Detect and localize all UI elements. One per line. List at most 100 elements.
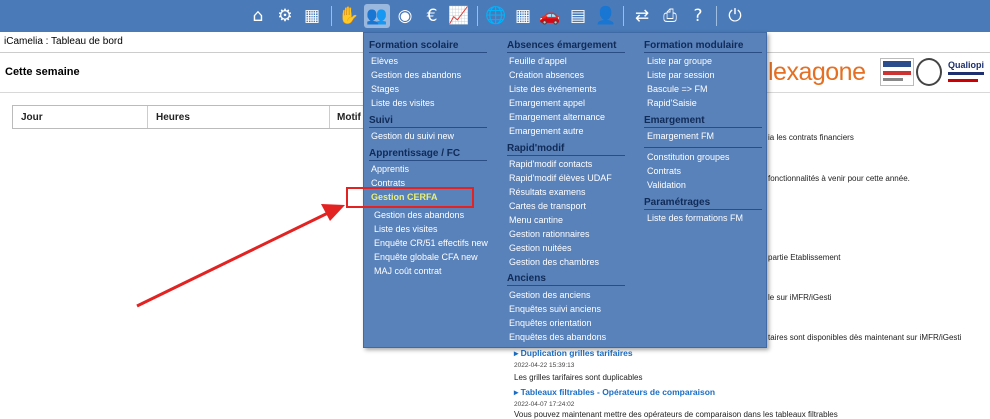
menu-item-validation[interactable]: Validation xyxy=(647,180,686,190)
qualiopi-flag-bar xyxy=(948,79,978,82)
news-item-date: 2022-04-07 17:24:02 xyxy=(514,401,575,408)
menu-item-stages[interactable]: Stages xyxy=(371,84,399,94)
menu-heading-emargement: Emargement xyxy=(644,115,762,128)
euro-icon[interactable]: € xyxy=(420,4,444,28)
qualiopi-bar xyxy=(948,72,984,75)
menu-item-constitution-groupes[interactable]: Constitution groupes xyxy=(647,152,730,162)
menu-item-gestion-nuitees[interactable]: Gestion nuitées xyxy=(509,243,572,253)
help-icon[interactable]: ? xyxy=(686,4,710,28)
news-item-title[interactable]: ▸ Tableaux filtrables - Opérateurs de co… xyxy=(514,387,715,398)
menu-item-gestion-suivi[interactable]: Gestion du suivi new xyxy=(371,131,454,141)
menu-item-liste-visites-fc[interactable]: Liste des visites xyxy=(374,224,438,234)
menu-heading-formation-modulaire: Formation modulaire xyxy=(644,40,762,53)
news-text: le sur iMFR/iGesti xyxy=(768,293,832,302)
news-text: fonctionnalités à venir pour cette année… xyxy=(768,174,910,183)
news-text: ia les contrats financiers xyxy=(768,133,854,142)
settings-cogs-icon[interactable]: ⚙ xyxy=(273,4,297,28)
menu-item-liste-session[interactable]: Liste par session xyxy=(647,70,715,80)
menu-item-gestion-anciens[interactable]: Gestion des anciens xyxy=(509,290,591,300)
lexagone-logo: lexagone xyxy=(768,58,866,86)
menu-item-liste-formations-fm[interactable]: Liste des formations FM xyxy=(647,213,743,223)
menu-item-gestion-rationnaires[interactable]: Gestion rationnaires xyxy=(509,229,590,239)
menu-item-eleves[interactable]: Elèves xyxy=(371,56,398,66)
car-icon[interactable]: 🚗 xyxy=(538,4,562,28)
globe-icon[interactable]: 🌐 xyxy=(484,4,508,28)
menu-item-gestion-chambres[interactable]: Gestion des chambres xyxy=(509,257,599,267)
menu-item-enquete-globale[interactable]: Enquête globale CFA new xyxy=(374,252,478,262)
menu-heading-anciens: Anciens xyxy=(507,273,625,286)
column-header-motif[interactable]: Motif xyxy=(337,112,361,123)
menu-item-enquete-cr51[interactable]: Enquête CR/51 effectifs new xyxy=(374,238,488,248)
id-card-icon[interactable]: ▤ xyxy=(566,4,590,28)
bureau-veritas-seal xyxy=(916,58,942,86)
news-item-title-text[interactable]: Tableaux filtrables - Opérateurs de comp… xyxy=(521,387,715,397)
menu-item-gestion-abandons[interactable]: Gestion des abandons xyxy=(371,70,461,80)
menu-item-creation-absences[interactable]: Création absences xyxy=(509,70,584,80)
menu-item-resultats-examens[interactable]: Résultats examens xyxy=(509,187,586,197)
menu-item-feuille-appel[interactable]: Feuille d'appel xyxy=(509,56,567,66)
menu-heading-absences: Absences émargement xyxy=(507,40,625,53)
menu-item-emargement-fm[interactable]: Emargement FM xyxy=(647,131,714,141)
news-item-title[interactable]: ▸ Duplication grilles tarifaires xyxy=(514,348,633,359)
menu-item-menu-cantine[interactable]: Menu cantine xyxy=(509,215,563,225)
menu-item-liste-groupe[interactable]: Liste par groupe xyxy=(647,56,712,66)
news-item-title-text[interactable]: Duplication grilles tarifaires xyxy=(521,348,633,358)
news-item-text: Les grilles tarifaires sont duplicables xyxy=(514,373,643,382)
menu-item-maj-cout[interactable]: MAJ coût contrat xyxy=(374,266,442,276)
column-separator xyxy=(329,106,330,128)
menu-item-rapidmodif-eleves[interactable]: Rapid'modif élèves UDAF xyxy=(509,173,612,183)
toolbar-separator xyxy=(623,6,624,26)
top-nav-bar: ⌂ ⚙ ▦ ✋ 👥 ◉ € 📈 🌐 ▦ 🚗 ▤ 👤 ⇄ ⎙ ? ⏻ xyxy=(0,0,990,32)
toolbar-separator xyxy=(477,6,478,26)
users-icon[interactable]: 👥 xyxy=(364,4,390,28)
week-heading: Cette semaine xyxy=(5,66,80,78)
home-icon[interactable]: ⌂ xyxy=(246,4,270,28)
menu-item-enquetes-abandons[interactable]: Enquêtes des abandons xyxy=(509,332,606,342)
calendar-icon[interactable]: ▦ xyxy=(511,4,535,28)
highlight-box xyxy=(346,187,474,208)
print-icon[interactable]: ⎙ xyxy=(658,4,682,28)
menu-heading-rapidmodif: Rapid'modif xyxy=(507,143,625,156)
menu-heading-parametrages: Paramétrages xyxy=(644,197,762,210)
user-clock-icon[interactable]: 👤 xyxy=(594,4,618,28)
power-icon[interactable]: ⏻ xyxy=(723,4,747,28)
line-chart-icon[interactable]: 📈 xyxy=(447,4,471,28)
column-header-jour[interactable]: Jour xyxy=(21,112,43,123)
menu-item-emargement-alternance[interactable]: Emargement alternance xyxy=(509,112,605,122)
menu-item-liste-visites[interactable]: Liste des visites xyxy=(371,98,435,108)
menu-item-rapid-saisie[interactable]: Rapid'Saisie xyxy=(647,98,697,108)
menu-heading-suivi: Suivi xyxy=(369,115,487,128)
menu-heading-apprentissage: Apprentissage / FC xyxy=(369,148,487,161)
menu-item-enquetes-orientation[interactable]: Enquêtes orientation xyxy=(509,318,592,328)
news-item-text: Vous pouvez maintenant mettre des opérat… xyxy=(514,410,838,419)
arrow-head xyxy=(321,204,345,221)
menu-item-emargement-appel[interactable]: Emargement appel xyxy=(509,98,585,108)
toolbar-separator xyxy=(716,6,717,26)
menu-item-liste-evenements[interactable]: Liste des événements xyxy=(509,84,597,94)
menu-item-contrats-fm[interactable]: Contrats xyxy=(647,166,681,176)
page-title: iCamelia : Tableau de bord xyxy=(4,36,123,47)
menu-item-rapidmodif-contacts[interactable]: Rapid'modif contacts xyxy=(509,159,592,169)
menu-item-gestion-abandons-fc[interactable]: Gestion des abandons xyxy=(374,210,464,220)
buildings-icon[interactable]: ▦ xyxy=(300,4,324,28)
news-item-date: 2022-04-22 15:39:13 xyxy=(514,362,575,369)
menu-item-cartes-transport[interactable]: Cartes de transport xyxy=(509,201,586,211)
news-text: taires sont disponibles dès maintenant s… xyxy=(768,333,962,342)
menu-item-emargement-autre[interactable]: Emargement autre xyxy=(509,126,584,136)
menu-item-enquetes-suivi[interactable]: Enquêtes suivi anciens xyxy=(509,304,601,314)
column-separator xyxy=(147,106,148,128)
handshake-icon[interactable]: ✋ xyxy=(337,4,361,28)
menu-divider xyxy=(644,147,762,148)
palette-icon[interactable]: ◉ xyxy=(393,4,417,28)
certification-badge xyxy=(880,58,914,86)
menu-heading-formation-scolaire: Formation scolaire xyxy=(369,40,487,53)
news-text: partie Etablissement xyxy=(768,253,841,262)
toolbar-separator xyxy=(331,6,332,26)
column-header-heures[interactable]: Heures xyxy=(156,112,190,123)
absence-table-header: Jour Heures Motif xyxy=(12,105,364,129)
arrow-shaft xyxy=(136,210,331,308)
inbox-transfer-icon[interactable]: ⇄ xyxy=(630,4,654,28)
menu-item-apprentis[interactable]: Apprentis xyxy=(371,164,409,174)
menu-item-bascule-fm[interactable]: Bascule => FM xyxy=(647,84,708,94)
qualiopi-logo: Qualiopi xyxy=(948,60,984,70)
